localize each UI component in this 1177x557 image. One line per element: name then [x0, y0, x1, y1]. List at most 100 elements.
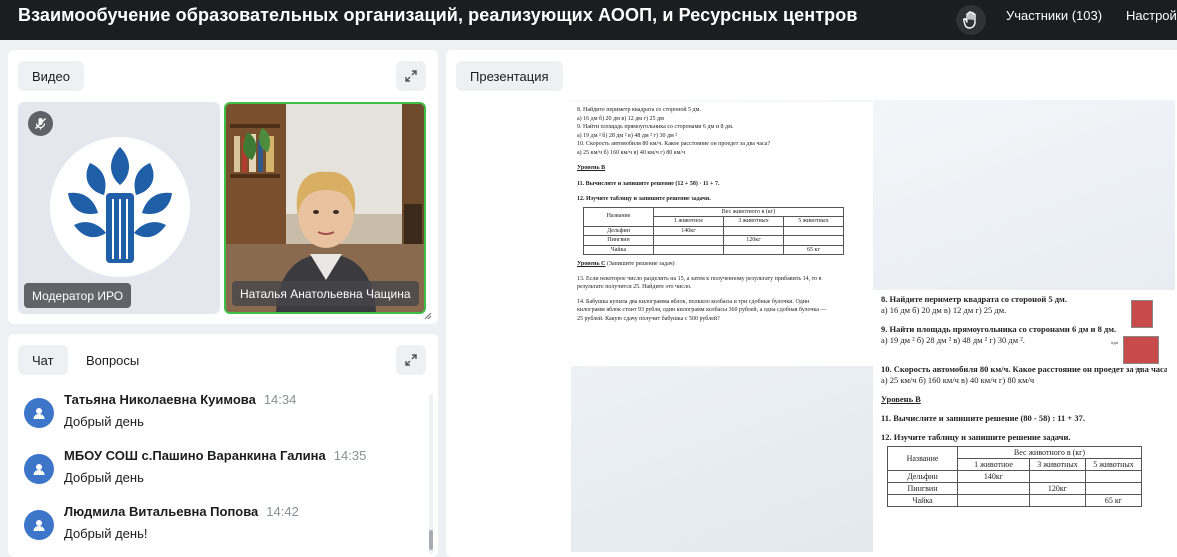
slide-text: 12. Изучите таблицу и запишите решение з…	[577, 196, 711, 202]
expand-chat-button[interactable]	[396, 345, 426, 375]
slide-page-1: 8. Найдите периметр квадрата со стороной…	[571, 102, 873, 366]
table-cell	[957, 494, 1030, 507]
slide-heading: Уровень В	[577, 165, 606, 171]
table-row: Пингвин 120кг	[583, 235, 844, 246]
video-panel: Видео Модератор ИРО Наталья Анатольевна …	[8, 50, 438, 324]
slide-text: а) 25 км/ч б) 160 км/ч в) 40 км/ч г) 80 …	[577, 149, 686, 156]
table-row: Чайка 65 кг	[583, 244, 844, 255]
chat-message: Людмила Витальевна Попова 14:42 Добрый де…	[24, 504, 424, 554]
table-row: Дельфин 140кг	[887, 470, 1142, 483]
table-cell: 65 кг	[1085, 494, 1142, 507]
table-cell	[1029, 470, 1086, 483]
message-text: Добрый день!	[64, 526, 148, 541]
table-cell	[783, 225, 844, 236]
rectangle-illustration	[1123, 336, 1159, 364]
slide-heading: Уровень В	[881, 394, 921, 404]
message-time: 14:34	[263, 392, 297, 407]
slide-page-2: 8. Найдите периметр квадрата со стороной…	[873, 290, 1175, 552]
expand-video-button[interactable]	[396, 61, 426, 91]
message-author: Людмила Витальевна Попова 14:42	[64, 504, 299, 519]
table-cell: Пингвин	[887, 482, 958, 495]
slide-text: а) 25 км/ч б) 160 км/ч в) 40 км/ч г) 80 …	[881, 375, 1035, 385]
video-tile-moderator[interactable]: Модератор ИРО	[18, 102, 220, 314]
slide-table: Название Вес животного в (кг) 1 животное…	[887, 446, 1142, 507]
tab-questions[interactable]: Вопросы	[72, 345, 153, 375]
dimension-label: 6дм	[1111, 340, 1119, 345]
table-cell	[723, 244, 784, 255]
meeting-title: Взаимообучение образовательных организац…	[18, 5, 858, 25]
slide-text: 10. Скорость автомобиля 80 км/ч. Какое р…	[881, 364, 1167, 374]
table-cell: 5 животных	[1085, 458, 1142, 471]
slide-text: 25 рублей. Какую сдачу получит бабушка с…	[577, 315, 720, 322]
slide-text: 11. Вычислите и запишите решение (80 - 5…	[881, 413, 1086, 423]
chat-message: МБОУ СОШ с.Пашино Варанкина Галина 14:35 …	[24, 448, 424, 498]
table-cell: Дельфин	[583, 225, 654, 236]
table-cell	[653, 235, 724, 246]
slide-text: а) 16 дм б) 20 дм в) 12 дм г) 25 дм	[577, 115, 664, 122]
dimension-label: 8дм	[1135, 366, 1143, 371]
message-author: МБОУ СОШ с.Пашино Варанкина Галина 14:35	[64, 448, 367, 463]
table-cell	[1085, 470, 1142, 483]
message-text: Добрый день	[64, 414, 144, 429]
table-row: Пингвин 120кг	[887, 482, 1142, 495]
table-cell	[1029, 494, 1086, 507]
table-cell: Название	[583, 206, 654, 227]
table-cell: 3 животных	[1029, 458, 1086, 471]
tab-video[interactable]: Видео	[18, 61, 84, 91]
slide-text: (Запишите решение задач)	[605, 261, 675, 267]
slide-text: 8. Найдите периметр квадрата со стороной…	[577, 107, 701, 113]
table-cell: 120кг	[723, 235, 784, 246]
table-cell	[957, 482, 1030, 495]
presentation-slide: 8. Найдите периметр квадрата со стороной…	[571, 100, 1175, 552]
slide-text: а) 19 дм ² б) 28 дм ² в) 48 дм ² г) 30 д…	[577, 132, 678, 139]
table-cell: 5 животных	[783, 216, 844, 227]
mic-off-badge	[28, 111, 53, 136]
table-row: Чайка 65 кг	[887, 494, 1142, 507]
settings-button[interactable]: Настрой	[1126, 8, 1177, 23]
table-cell: 1 животное	[653, 216, 724, 227]
mic-off-icon	[35, 118, 46, 130]
avatar	[24, 510, 54, 540]
iro-logo	[50, 137, 190, 277]
message-author: Татьяна Николаевна Куимова 14:34	[64, 392, 297, 407]
raise-hand-button[interactable]	[956, 5, 986, 35]
tab-chat[interactable]: Чат	[18, 345, 68, 375]
slide-text: килограмм яблок стоит 93 рубля, один кил…	[577, 307, 827, 313]
table-cell: Вес животного в (кг)	[653, 206, 844, 217]
slide-text: 11. Вычислите и запишите решение (12 + 5…	[577, 180, 720, 187]
user-icon	[33, 464, 45, 475]
participant-name-tag: Модератор ИРО	[24, 283, 132, 308]
table-cell	[723, 225, 784, 236]
square-illustration	[1131, 300, 1153, 328]
resize-handle-icon[interactable]	[422, 310, 432, 320]
table-cell: Вес животного в (кг)	[957, 446, 1142, 459]
participants-button[interactable]: Участники (103)	[1006, 8, 1102, 23]
table-cell: 140кг	[653, 225, 724, 236]
user-icon	[33, 408, 45, 419]
table-cell: Дельфин	[887, 470, 958, 483]
expand-icon	[405, 354, 417, 366]
avatar	[24, 398, 54, 428]
chat-scroll-thumb[interactable]	[429, 530, 433, 550]
table-cell: 3 животных	[723, 216, 784, 227]
table-row: Дельфин 140кг	[583, 225, 844, 236]
slide-table: Название Вес животного в (кг) 1 животное…	[583, 206, 844, 256]
table-cell	[653, 244, 724, 255]
user-icon	[33, 520, 45, 531]
table-cell: Чайка	[887, 494, 958, 507]
message-text: Добрый день	[64, 470, 144, 485]
tab-presentation[interactable]: Презентация	[456, 61, 563, 91]
slide-text: 12. Изучите таблицу и запишите решение з…	[881, 432, 1071, 442]
slide-text: 9. Найти площадь прямоугольника со сторо…	[881, 324, 1117, 334]
chat-message: Татьяна Николаевна Куимова 14:34 Добрый д…	[24, 392, 424, 442]
video-tile-speaker[interactable]: Наталья Анатольевна Чащина	[224, 102, 426, 314]
participant-name-tag: Наталья Анатольевна Чащина	[232, 281, 419, 306]
table-cell: 65 кг	[783, 244, 844, 255]
slide-text: а) 16 дм б) 20 дм в) 12 дм г) 25 дм.	[881, 305, 1007, 315]
table-cell: 140кг	[957, 470, 1030, 483]
avatar	[24, 454, 54, 484]
table-cell	[783, 235, 844, 246]
top-bar: Взаимообучение образовательных организац…	[0, 0, 1177, 40]
table-cell: 120кг	[1029, 482, 1086, 495]
slide-text: 14. Бабушка купила два килограмма яблок,…	[577, 298, 810, 305]
